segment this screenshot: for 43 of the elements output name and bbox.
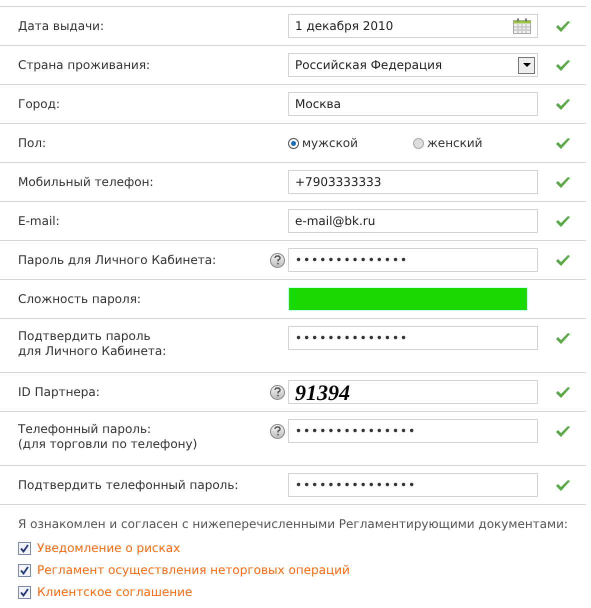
checkbox[interactable] xyxy=(18,564,31,576)
date-field[interactable]: 1 декабря 2010 xyxy=(288,14,538,38)
radio-option[interactable]: мужской xyxy=(288,134,413,152)
help-icon[interactable] xyxy=(270,384,285,400)
password-field[interactable]: ••••••••••••••• xyxy=(288,419,538,443)
password-field[interactable]: •••••••••••••• xyxy=(288,326,538,350)
field-label: Город: xyxy=(17,96,61,112)
password-field[interactable]: ••••••••••••••• xyxy=(288,473,538,497)
checkmark-icon xyxy=(555,136,571,150)
field-label: E-mail: xyxy=(17,214,61,228)
field-label: Телефонный пароль: (для торговли по телефону) xyxy=(17,421,198,453)
checkbox[interactable] xyxy=(18,542,31,554)
input-field[interactable]: Москва xyxy=(288,92,538,116)
input-field[interactable]: e-mail@bk.ru xyxy=(288,209,538,233)
field-label: Подтвердить телефонный пароль: xyxy=(17,478,240,492)
checkmark-icon xyxy=(555,20,571,32)
agreement-text: Я ознакомлен и согласен с нижеперечисленными Регламентирующими документами: xyxy=(18,516,569,533)
calendar-icon xyxy=(513,18,531,34)
checkmark-icon xyxy=(555,98,571,110)
field-label: Пол: xyxy=(17,136,48,150)
input-field[interactable]: +7903333333 xyxy=(288,170,538,194)
checkmark-icon xyxy=(555,58,571,72)
checkmark-icon xyxy=(555,478,571,492)
checkbox[interactable] xyxy=(18,586,31,598)
checkmark-icon xyxy=(555,332,571,344)
field-label: Пароль для Личного Кабинета: xyxy=(17,252,218,268)
field-label: ID Партнера: xyxy=(17,384,101,400)
checkmark-icon xyxy=(555,214,571,228)
help-icon[interactable] xyxy=(270,252,285,268)
checkmark-icon xyxy=(555,176,571,188)
checkmark-icon xyxy=(555,254,571,266)
password-field[interactable]: •••••••••••••• xyxy=(288,248,538,272)
checkmark-icon xyxy=(555,386,571,398)
field-label: Дата выдачи: xyxy=(17,18,106,34)
country-select[interactable]: Российская Федерация xyxy=(288,53,538,77)
field-label: Подтвердить пароль для Личного Кабинета: xyxy=(17,328,168,360)
field-label: Сложность пароля: xyxy=(17,292,142,306)
field-label: Мобильный телефон: xyxy=(17,174,154,190)
radio-option[interactable]: женский xyxy=(413,134,538,152)
help-icon[interactable] xyxy=(270,424,285,438)
input-field[interactable]: 91394 xyxy=(288,380,538,404)
checkmark-icon xyxy=(555,424,571,438)
field-label: Страна проживания: xyxy=(17,58,152,72)
